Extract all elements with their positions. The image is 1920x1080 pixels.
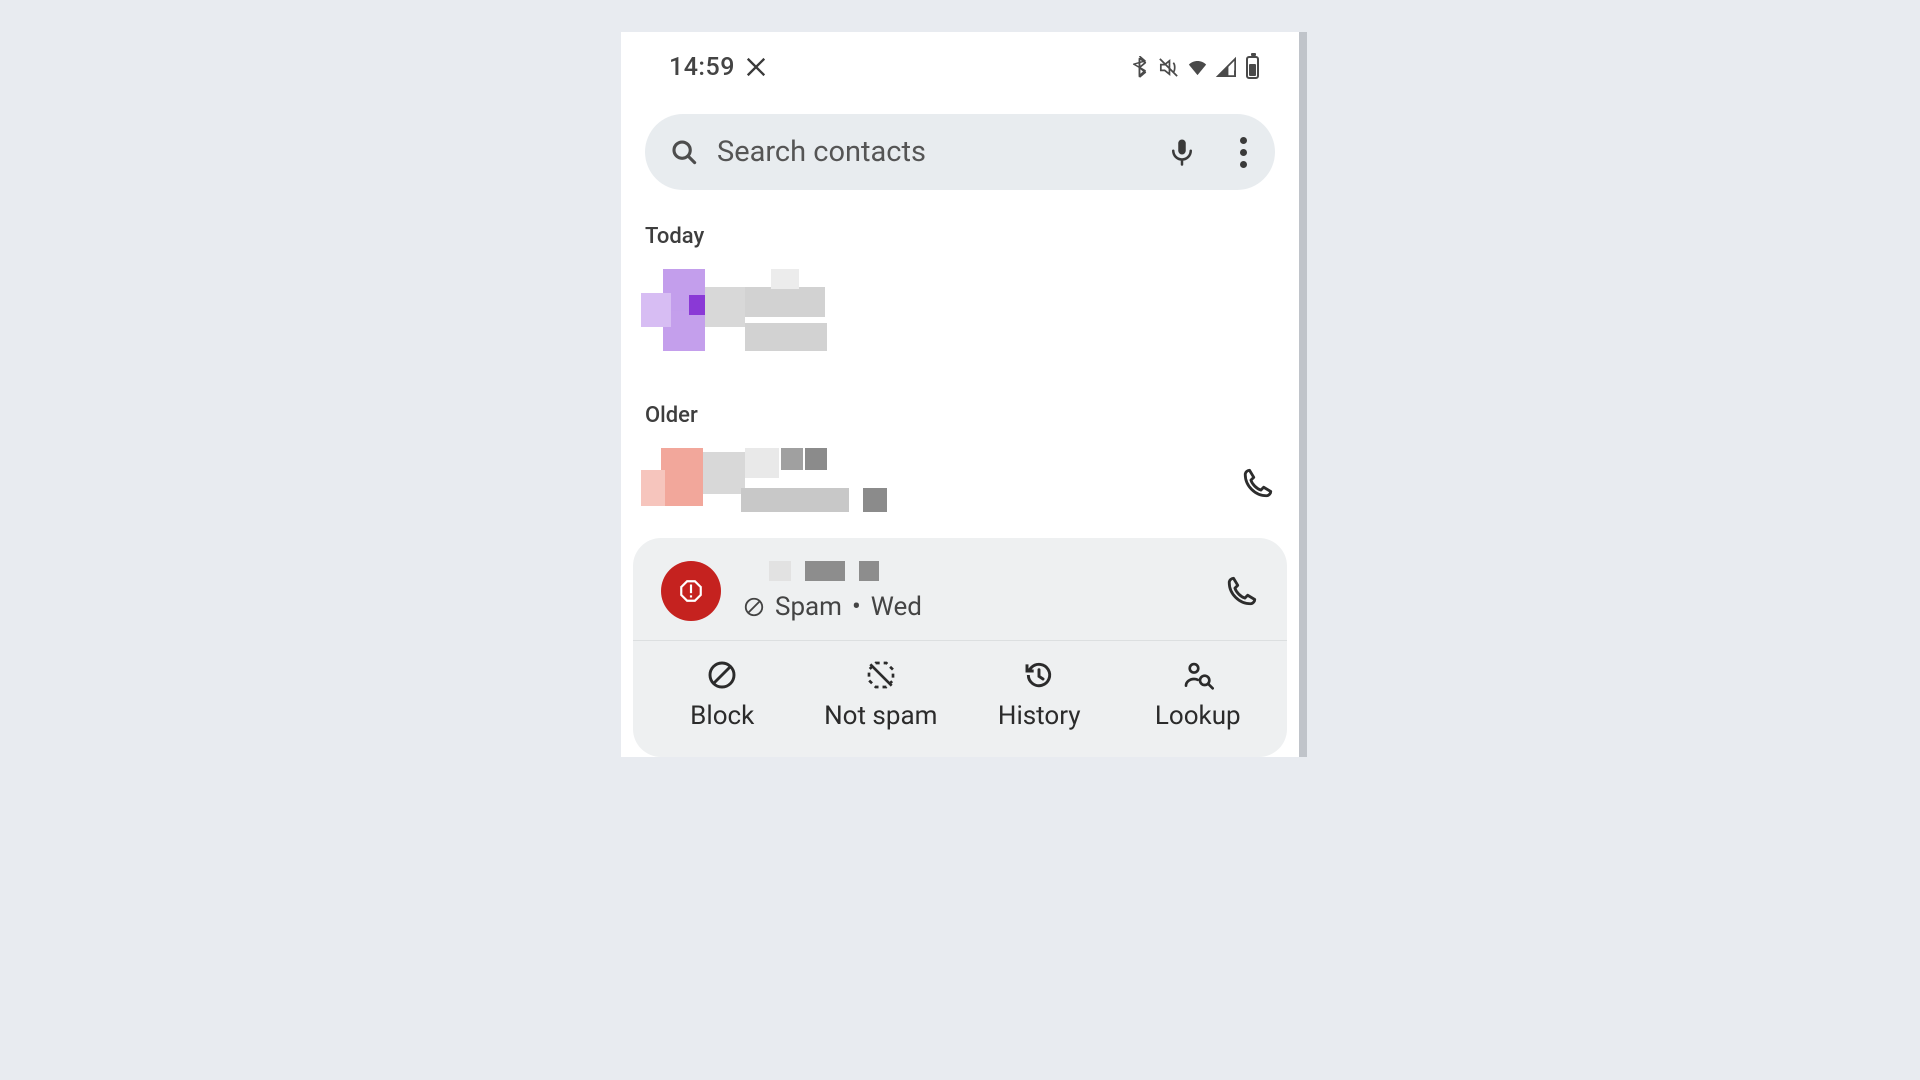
call-entry-older[interactable] [621,428,1299,518]
block-icon [706,659,738,691]
battery-icon [1246,56,1259,79]
spam-subtitle: Spam • Wed [743,592,1203,622]
redacted-contact-older [641,448,901,518]
spam-call-card: Spam • Wed Block [633,538,1287,757]
phone-icon[interactable] [1241,466,1275,500]
phone-icon[interactable] [1225,574,1259,608]
spam-action-row: Block Not spam History [633,641,1287,757]
status-bar-right: ! [1128,56,1259,79]
spam-badge-icon [661,561,721,621]
spam-label: Spam [775,592,842,622]
status-time: 14:59 [669,53,735,82]
history-icon [1023,659,1055,691]
x-app-icon [745,56,767,78]
search-bar[interactable]: Search contacts [645,114,1275,190]
bluetooth-icon [1128,56,1151,79]
block-icon [743,596,765,618]
section-header-older: Older [621,355,1299,428]
redacted-contact-today [641,269,841,355]
spam-separator: • [852,592,861,622]
search-placeholder: Search contacts [717,135,1149,169]
call-entry-today[interactable] [621,249,1299,355]
mute-icon [1157,56,1180,79]
not-spam-label: Not spam [824,701,937,731]
history-button[interactable]: History [960,659,1119,731]
not-spam-icon [865,659,897,691]
status-bar: 14:59 ! [621,32,1299,94]
cell-signal-icon: ! [1215,56,1238,79]
wifi-icon [1186,56,1209,79]
svg-text:!: ! [1233,69,1235,79]
block-label: Block [690,701,754,731]
lookup-button[interactable]: Lookup [1119,659,1278,731]
redacted-spam-number [769,560,1203,582]
lookup-label: Lookup [1155,701,1241,731]
history-label: History [998,701,1081,731]
phone-frame: 14:59 ! [621,32,1299,757]
lookup-icon [1182,659,1214,691]
search-icon [669,137,699,167]
spam-call-info: Spam • Wed [743,560,1203,622]
section-header-today: Today [621,190,1299,249]
spam-day: Wed [871,592,922,622]
microphone-icon[interactable] [1167,137,1197,167]
status-bar-left: 14:59 [669,53,767,82]
not-spam-button[interactable]: Not spam [802,659,961,731]
block-button[interactable]: Block [643,659,802,731]
more-options-icon[interactable] [1233,137,1253,168]
spam-call-row[interactable]: Spam • Wed [633,538,1287,641]
